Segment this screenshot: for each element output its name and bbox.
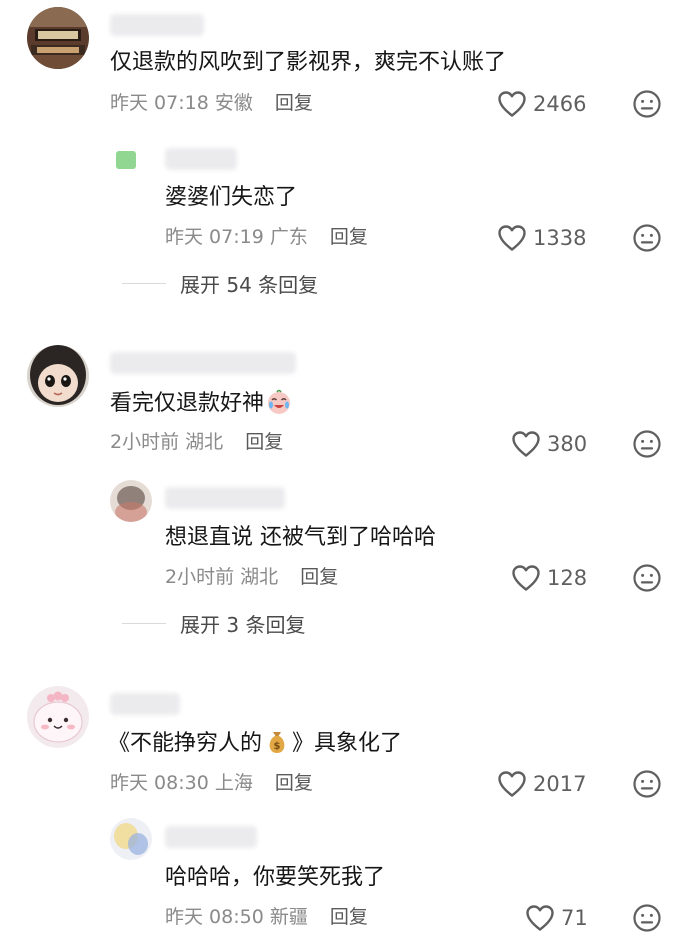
expand-replies-button[interactable]: 展开 54 条回复 <box>122 269 318 297</box>
neutral-face-icon[interactable] <box>632 223 662 253</box>
comment-time: 2小时前 <box>110 431 180 453</box>
comment-text: 《不能挣穷人的 $ 》具象化了 <box>108 729 402 759</box>
heart-outline-icon <box>526 905 554 931</box>
reply-location: 广东 <box>269 226 308 248</box>
crying-laughing-emoji-icon <box>268 389 291 414</box>
reply-button[interactable]: 回复 <box>275 92 313 114</box>
comment-location: 湖北 <box>185 431 224 453</box>
comment-text: 看完仅退款好神 <box>110 389 294 419</box>
comment-time: 昨天 07:18 <box>110 92 209 114</box>
reply-meta: 2小时前 湖北 回复 <box>165 565 338 589</box>
like-button[interactable]: 380 <box>511 429 587 459</box>
reply-time: 昨天 08:50 <box>165 906 264 928</box>
reply-button[interactable]: 回复 <box>330 906 368 928</box>
reply-username-blurred[interactable] <box>165 826 257 848</box>
reply-text: 婆婆们失恋了 <box>165 185 298 210</box>
divider <box>122 282 166 284</box>
reply-avatar[interactable] <box>110 139 152 181</box>
neutral-face-icon[interactable] <box>632 903 662 933</box>
expand-replies-button[interactable]: 展开 3 条回复 <box>122 609 305 637</box>
reply-username-blurred[interactable] <box>165 487 285 509</box>
like-button[interactable]: 1338 <box>497 223 586 253</box>
divider <box>122 622 166 624</box>
avatar[interactable] <box>27 686 89 748</box>
username-blurred[interactable] <box>110 14 204 36</box>
money-bag-icon: $ <box>269 732 285 753</box>
neutral-face-icon[interactable] <box>632 429 662 459</box>
like-button[interactable]: 128 <box>511 563 587 593</box>
neutral-face-icon[interactable] <box>632 769 662 799</box>
comment-time: 昨天 08:30 <box>110 772 209 794</box>
username-blurred[interactable] <box>110 352 296 374</box>
expand-replies-label: 展开 54 条回复 <box>180 272 319 297</box>
comment-location: 上海 <box>214 772 253 794</box>
reply-avatar[interactable] <box>110 818 152 860</box>
reply-meta: 昨天 08:50 新疆 回复 <box>165 905 368 929</box>
reply-text: 哈哈哈，你要笑死我了 <box>165 865 386 890</box>
heart-outline-icon <box>498 771 526 797</box>
reply-button[interactable]: 回复 <box>300 566 338 588</box>
reply-button[interactable]: 回复 <box>330 226 368 248</box>
comment-text-after: 》具象化了 <box>292 731 403 756</box>
like-button[interactable]: 2017 <box>497 769 586 799</box>
heart-outline-icon <box>498 91 526 117</box>
like-count: 2017 <box>533 772 587 796</box>
like-count: 380 <box>547 432 588 456</box>
like-button[interactable]: 2466 <box>497 89 586 119</box>
reply-location: 湖北 <box>240 566 279 588</box>
comment-meta: 昨天 08:30 上海 回复 <box>110 771 313 795</box>
comment-meta: 2小时前 湖北 回复 <box>110 430 283 454</box>
comment-text-before: 《不能挣穷人的 <box>108 731 263 756</box>
heart-outline-icon <box>512 431 540 457</box>
reply-button[interactable]: 回复 <box>275 772 313 794</box>
like-button[interactable]: 71 <box>525 903 588 933</box>
reply-meta: 昨天 07:19 广东 回复 <box>165 225 368 249</box>
like-count: 71 <box>561 906 588 930</box>
like-count: 2466 <box>533 92 587 116</box>
reply-time: 2小时前 <box>165 566 235 588</box>
reply-location: 新疆 <box>269 906 308 928</box>
avatar[interactable] <box>27 7 89 69</box>
svg-text:$: $ <box>274 741 281 752</box>
reply-text: 想退直说 还被气到了哈哈哈 <box>165 525 436 550</box>
comment-text: 仅退款的风吹到了影视界，爽完不认账了 <box>110 50 507 75</box>
reply-time: 昨天 07:19 <box>165 226 264 248</box>
neutral-face-icon[interactable] <box>632 563 662 593</box>
comment-text-content: 看完仅退款好神 <box>110 391 265 416</box>
like-count: 128 <box>547 566 588 590</box>
avatar[interactable] <box>27 345 89 407</box>
reply-avatar[interactable] <box>110 480 152 522</box>
heart-outline-icon <box>512 565 540 591</box>
comment-location: 安徽 <box>214 92 253 114</box>
neutral-face-icon[interactable] <box>632 89 662 119</box>
comment-meta: 昨天 07:18 安徽 回复 <box>110 91 313 115</box>
heart-outline-icon <box>498 225 526 251</box>
reply-button[interactable]: 回复 <box>245 431 283 453</box>
reply-username-blurred[interactable] <box>165 148 237 170</box>
expand-replies-label: 展开 3 条回复 <box>180 612 306 637</box>
like-count: 1338 <box>533 226 587 250</box>
username-blurred[interactable] <box>110 693 180 715</box>
